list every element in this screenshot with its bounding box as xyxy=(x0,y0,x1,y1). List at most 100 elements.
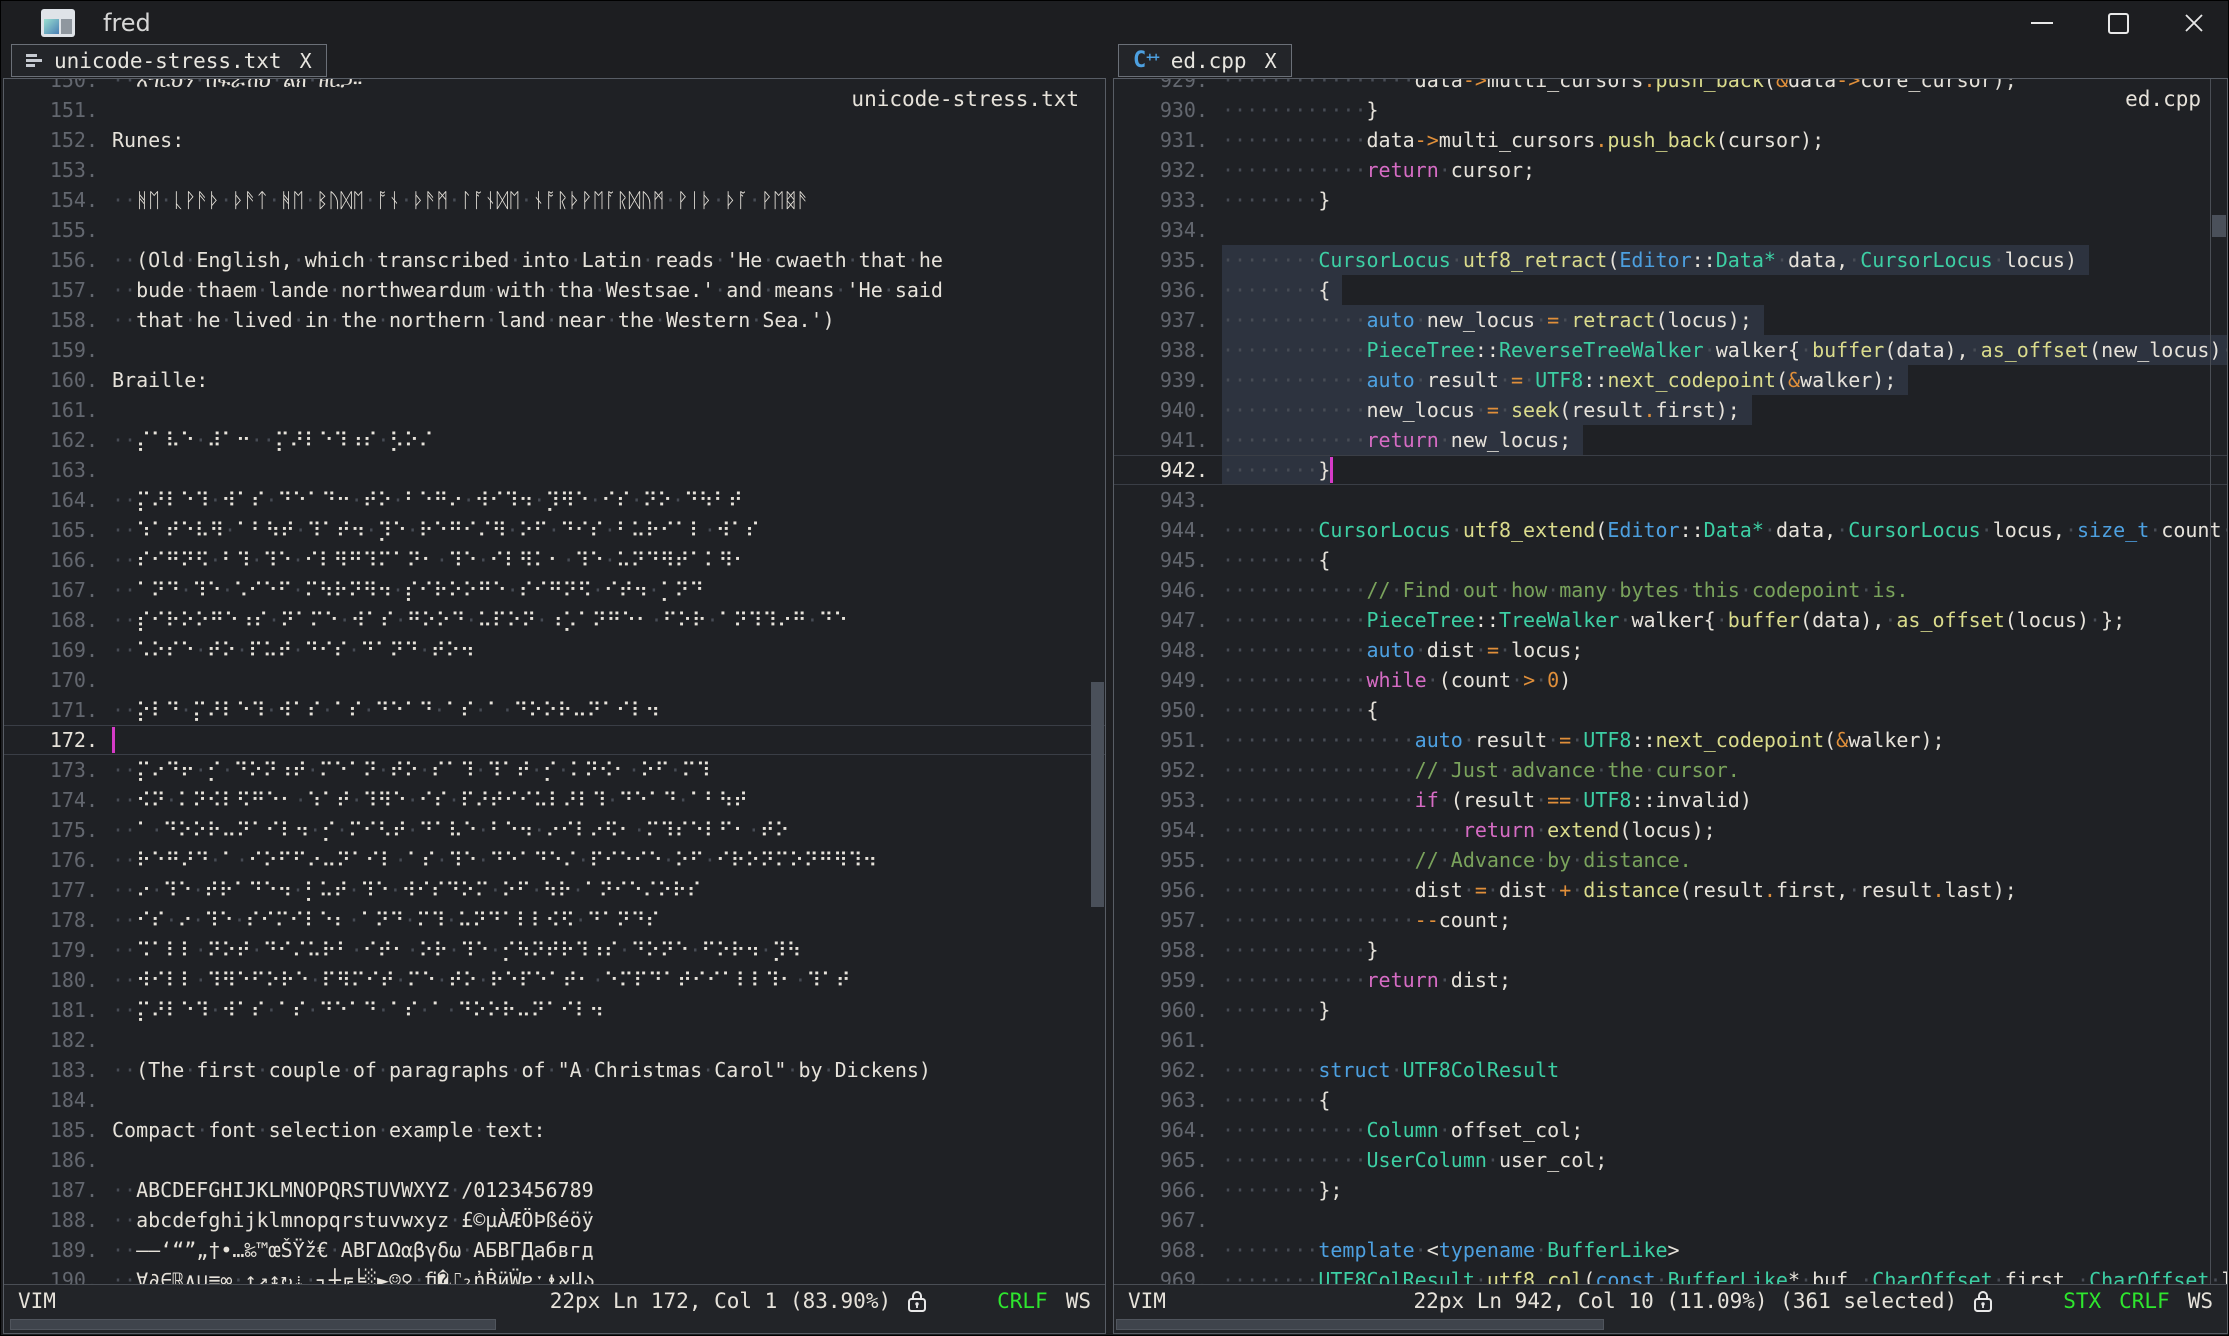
line-number: 951. xyxy=(1114,725,1222,755)
text-area[interactable]: unicode-stress.txt 150.··እግርህን·በፍራሽህ·ልክ·… xyxy=(4,79,1105,1284)
minimize-button[interactable] xyxy=(2030,11,2054,35)
window-title: fred xyxy=(103,9,151,37)
line-number: 174. xyxy=(4,785,112,815)
code-line: 153. xyxy=(4,155,1105,185)
tab-close-icon[interactable]: X xyxy=(300,49,312,73)
app-window: fred unicode-stress.txt X C++ ed.cpp X u… xyxy=(0,0,2229,1336)
line-number: 155. xyxy=(4,215,112,245)
line-number: 176. xyxy=(4,845,112,875)
code-line: 175.··⠁·⠙⠕⠕⠗⠤⠝⠁⠊⠇⠲·⡊·⠍⠊⠣⠞·⠙⠁⠧⠑·⠃⠑⠲·⠔⠊⠇⠔⠫… xyxy=(4,815,1105,845)
maximize-button[interactable] xyxy=(2106,11,2130,35)
tab-close-icon[interactable]: X xyxy=(1265,49,1277,73)
minimize-icon xyxy=(2031,22,2053,24)
line-number: 960. xyxy=(1114,995,1222,1025)
close-button[interactable] xyxy=(2182,11,2206,35)
lock-icon[interactable] xyxy=(907,1289,927,1314)
code-line: 163. xyxy=(4,455,1105,485)
h-scrollbar-thumb[interactable] xyxy=(10,1319,496,1330)
code-line: 171.··⡕⠇⠙·⡍⠜⠇⠑⠹·⠺⠁⠎·⠁⠎·⠙⠑⠁⠙·⠁⠎·⠁·⠙⠕⠕⠗⠤⠝⠁… xyxy=(4,695,1105,725)
code-line: 187.··ABCDEFGHIJKLMNOPQRSTUVWXYZ·/012345… xyxy=(4,1175,1105,1205)
line-number: 151. xyxy=(4,95,112,125)
line-number: 956. xyxy=(1114,875,1222,905)
tab-ed-cpp[interactable]: C++ ed.cpp X xyxy=(1118,44,1292,77)
line-number: 931. xyxy=(1114,125,1222,155)
line-number: 968. xyxy=(1114,1235,1222,1265)
h-scrollbar[interactable] xyxy=(1114,1317,2227,1333)
code-line: 959.············return·dist; xyxy=(1114,965,2227,995)
code-line: 940.············new_locus·=·seek(result.… xyxy=(1114,395,2227,425)
status-flags: CRLFWS xyxy=(997,1289,1091,1313)
tab-label: ed.cpp xyxy=(1171,49,1247,73)
code-line: 182. xyxy=(4,1025,1105,1055)
line-number: 959. xyxy=(1114,965,1222,995)
selection: ········{ xyxy=(1222,275,1342,305)
status-flag: WS xyxy=(2188,1289,2213,1313)
code-line: 159. xyxy=(4,335,1105,365)
code-line: 953.················if·(result·==·UTF8::… xyxy=(1114,785,2227,815)
line-number: 967. xyxy=(1114,1205,1222,1235)
code-line: 960.········} xyxy=(1114,995,2227,1025)
line-number: 182. xyxy=(4,1025,112,1055)
app-icon xyxy=(41,9,75,37)
tab-unicode-stress-txt[interactable]: unicode-stress.txt X xyxy=(11,44,327,77)
text-cursor xyxy=(1330,457,1333,483)
line-number: 164. xyxy=(4,485,112,515)
text-area[interactable]: ed.cpp 929.················data->multi_c… xyxy=(1114,79,2227,1284)
line-number: 945. xyxy=(1114,545,1222,575)
code-line: 948.············auto·dist·=·locus; xyxy=(1114,635,2227,665)
code-line: 963.········{ xyxy=(1114,1085,2227,1115)
selection: ············new_locus·=·seek(result.firs… xyxy=(1222,395,1752,425)
v-scrollbar-thumb[interactable] xyxy=(2212,215,2226,237)
line-number: 157. xyxy=(4,275,112,305)
code-line: 966.········}; xyxy=(1114,1175,2227,1205)
file-name-overlay: ed.cpp xyxy=(2125,87,2201,111)
line-number: 946. xyxy=(1114,575,1222,605)
line-number: 969. xyxy=(1114,1265,1222,1284)
selection: ········} xyxy=(1222,456,1330,484)
code-line: 952.················//·Just·advance·the·… xyxy=(1114,755,2227,785)
line-number: 158. xyxy=(4,305,112,335)
line-number: 188. xyxy=(4,1205,112,1235)
code-line: 930.············} xyxy=(1114,95,2227,125)
h-scrollbar[interactable] xyxy=(4,1317,1105,1333)
code-line: 931.············data->multi_cursors.push… xyxy=(1114,125,2227,155)
selection: ············auto·result·=·UTF8::next_cod… xyxy=(1222,365,1908,395)
code-line: 160.Braille: xyxy=(4,365,1105,395)
line-number: 940. xyxy=(1114,395,1222,425)
code-line: 956.················dist·=·dist·+·distan… xyxy=(1114,875,2227,905)
code-line: 190.··∀∂∈ℝ∧∪≡∞·↑↗↨↻⇣·┐┼╔╘░►☺♀·ﬁ�⑀₂ἠḂӥẄɐː… xyxy=(4,1265,1105,1284)
code-lines: 929.················data->multi_cursors.… xyxy=(1114,79,2227,1284)
code-line: 183.··(The·first·couple·of·paragraphs·of… xyxy=(4,1055,1105,1085)
code-line: 189.··–—‘“”„†•…‰™œŠŸž€·ΑΒΓΔΩαβγδω·АБВГДа… xyxy=(4,1235,1105,1265)
code-line: 161. xyxy=(4,395,1105,425)
code-line: 929.················data->multi_cursors.… xyxy=(1114,79,2227,95)
line-number: 153. xyxy=(4,155,112,185)
line-number: 160. xyxy=(4,365,112,395)
v-scrollbar-thumb[interactable] xyxy=(1091,682,1104,907)
h-scrollbar-thumb[interactable] xyxy=(1116,1319,1604,1330)
line-number: 935. xyxy=(1114,245,1222,275)
code-line: 178.··⠊⠎·⠔·⠹⠑·⠎⠊⠍⠊⠇⠑⠆·⠁⠝⠙·⠍⠹·⠥⠝⠙⠁⠇⠇⠪⠫·⠙⠁… xyxy=(4,905,1105,935)
code-line: 951.················auto·result·=·UTF8::… xyxy=(1114,725,2227,755)
code-line: 944.········CursorLocus·utf8_extend(Edit… xyxy=(1114,515,2227,545)
selection: ············return·new_locus; xyxy=(1222,425,1583,455)
v-scrollbar[interactable] xyxy=(2210,79,2227,1284)
code-line: 180.··⠺⠊⠇⠇·⠹⠻⠑⠋⠕⠗⠑·⠏⠻⠍⠊⠞·⠍⠑·⠞⠕·⠗⠑⠏⠑⠁⠞⠂·⠑… xyxy=(4,965,1105,995)
line-number: 152. xyxy=(4,125,112,155)
code-line: 941.············return·new_locus; xyxy=(1114,425,2227,455)
code-line: 170. xyxy=(4,665,1105,695)
line-number: 937. xyxy=(1114,305,1222,335)
code-line: 157.··bude·thaem·lande·northweardum·with… xyxy=(4,275,1105,305)
code-line: 168.··⡎⠊⠗⠕⠕⠛⠑⠰⠎·⠝⠁⠍⠑·⠺⠁⠎·⠛⠕⠕⠙·⠥⠏⠕⠝·⠰⡡⠁⠝⠛… xyxy=(4,605,1105,635)
line-number: 159. xyxy=(4,335,112,365)
lock-icon[interactable] xyxy=(1973,1289,1993,1314)
code-line: 155. xyxy=(4,215,1105,245)
code-line: 181.··⡍⠜⠇⠑⠹·⠺⠁⠎·⠁⠎·⠙⠑⠁⠙·⠁⠎·⠁·⠙⠕⠕⠗⠤⠝⠁⠊⠇⠲ xyxy=(4,995,1105,1025)
code-line: 969.········UTF8ColResult·utf8_col(const… xyxy=(1114,1265,2227,1284)
code-line: 162.··⡌⠁⠧⠑·⠼⠁⠒··⡍⠜⠇⠑⠹⠰⠎·⡣⠕⠌ xyxy=(4,425,1105,455)
code-line: 968.········template·<typename·BufferLik… xyxy=(1114,1235,2227,1265)
code-line: 955.················//·Advance·by·distan… xyxy=(1114,845,2227,875)
close-icon xyxy=(2183,12,2205,34)
line-number: 953. xyxy=(1114,785,1222,815)
line-number: 183. xyxy=(4,1055,112,1085)
